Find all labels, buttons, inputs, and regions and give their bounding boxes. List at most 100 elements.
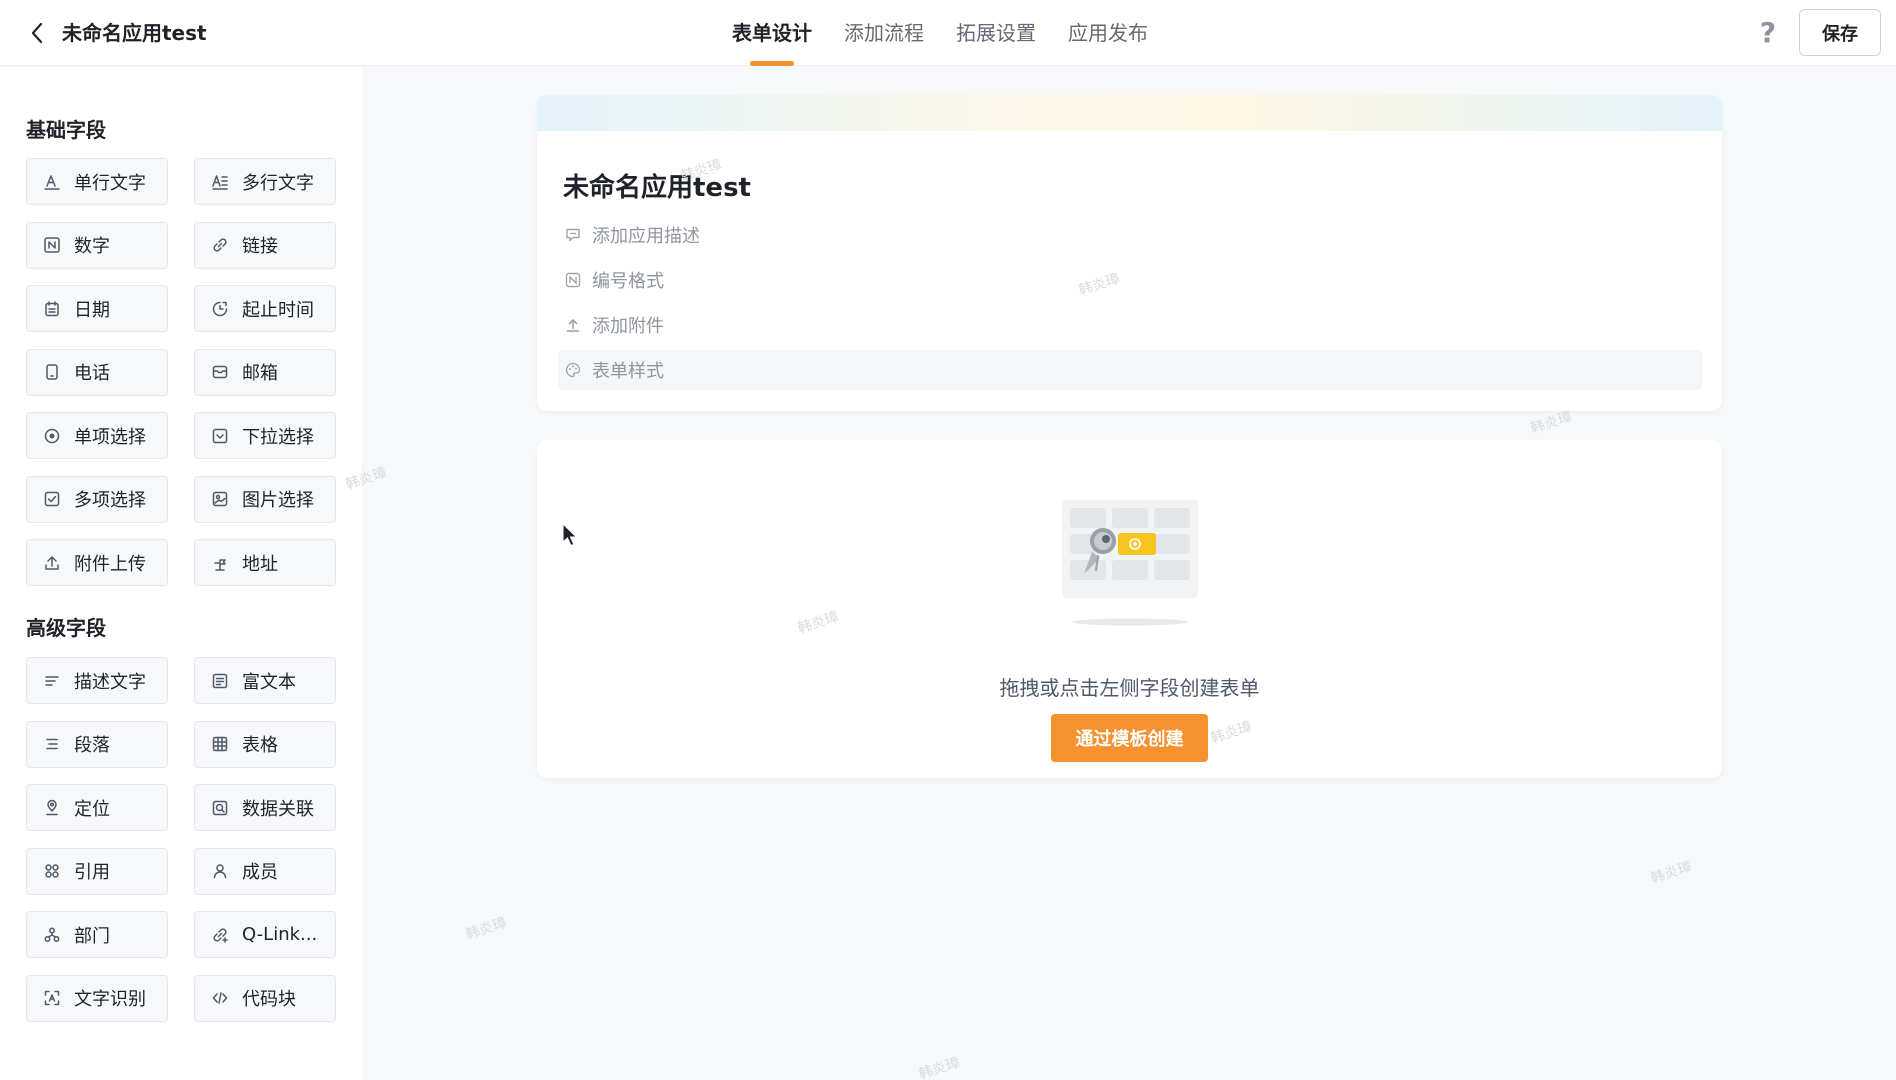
field-item[interactable]: 单项选择 <box>26 412 168 459</box>
field-item[interactable]: 电话 <box>26 348 168 396</box>
field-item-label: 图片选择 <box>242 490 314 511</box>
advanced-fields-title: 高级字段 <box>26 616 106 640</box>
watermark: 韩炎璋 <box>916 1054 962 1080</box>
data-link-icon <box>210 798 230 818</box>
field-item[interactable]: Q-Link... <box>194 911 336 958</box>
field-item-label: 链接 <box>242 236 278 257</box>
field-item[interactable]: 下拉选择 <box>194 412 336 459</box>
tab-form-design[interactable]: 表单设计 <box>732 0 812 66</box>
field-item-label: Q-Link... <box>242 924 318 945</box>
field-item[interactable]: 代码块 <box>194 974 336 1022</box>
multiline-text-icon <box>210 172 230 192</box>
field-item-label: 下拉选择 <box>242 426 314 448</box>
field-item[interactable]: 起止时间 <box>194 285 336 332</box>
mouse-cursor-icon <box>562 523 578 547</box>
comment-icon <box>564 226 582 244</box>
field-item-label: 单行文字 <box>74 172 146 194</box>
back-button[interactable] <box>22 18 52 48</box>
field-item[interactable]: 富文本 <box>194 657 336 704</box>
add-description-label: 添加应用描述 <box>592 226 700 247</box>
app-name: 未命名应用test <box>62 21 207 45</box>
field-item[interactable]: 定位 <box>26 784 168 831</box>
form-title[interactable]: 未命名应用test <box>563 167 751 204</box>
form-style-row[interactable]: 表单样式 <box>558 350 1702 390</box>
number-icon <box>42 235 62 255</box>
tab-add-flow[interactable]: 添加流程 <box>844 0 924 66</box>
field-item-label: 数据关联 <box>242 798 314 820</box>
field-item[interactable]: 数据关联 <box>194 784 336 831</box>
field-item[interactable]: 文字识别 <box>26 974 168 1022</box>
add-attachment-row[interactable]: 添加附件 <box>558 305 1702 345</box>
rich-text-icon <box>210 671 230 691</box>
number-format-row[interactable]: 编号格式 <box>558 260 1702 300</box>
description-icon <box>42 671 62 691</box>
top-header: 未命名应用test 表单设计 添加流程 拓展设置 应用发布 ? 保存 <box>0 0 1896 66</box>
calendar-icon <box>42 299 62 319</box>
field-item-label: 地址 <box>242 553 278 575</box>
field-item[interactable]: 引用 <box>26 847 168 895</box>
field-item[interactable]: 链接 <box>194 221 336 269</box>
field-item[interactable]: 描述文字 <box>26 657 168 704</box>
field-item[interactable]: 地址 <box>194 539 336 586</box>
form-canvas[interactable]: 拖拽或点击左侧字段创建表单 通过模板创建 <box>537 440 1722 778</box>
tab-app-publish[interactable]: 应用发布 <box>1068 0 1148 66</box>
help-icon[interactable]: ? <box>1752 16 1784 49</box>
field-item[interactable]: 部门 <box>26 911 168 958</box>
code-icon <box>210 988 230 1008</box>
field-item-label: 电话 <box>74 363 110 384</box>
field-item-label: 数字 <box>74 236 110 257</box>
time-range-icon <box>210 299 230 319</box>
dropdown-icon <box>210 426 230 446</box>
empty-hint: 拖拽或点击左侧字段创建表单 <box>999 676 1260 700</box>
field-item[interactable]: 数字 <box>26 221 168 269</box>
table-icon <box>210 734 230 754</box>
field-item-label: 附件上传 <box>74 553 146 575</box>
number-icon <box>564 271 582 289</box>
link-icon <box>210 235 230 255</box>
field-item[interactable]: 单行文字 <box>26 158 168 205</box>
form-header-card: 未命名应用test 添加应用描述 编号格式 添加附件 表单样式 <box>537 95 1722 411</box>
upload-icon <box>564 316 582 334</box>
field-item[interactable]: 图片选择 <box>194 475 336 523</box>
basic-fields-title: 基础字段 <box>26 118 106 142</box>
field-item[interactable]: 成员 <box>194 847 336 895</box>
location-icon <box>42 798 62 818</box>
palette-icon <box>564 361 582 379</box>
field-item[interactable]: 多行文字 <box>194 158 336 205</box>
number-format-label: 编号格式 <box>592 271 664 292</box>
field-item-label: 文字识别 <box>74 989 146 1010</box>
text-icon <box>42 172 62 192</box>
radio-icon <box>42 426 62 446</box>
reference-icon <box>42 861 62 881</box>
field-item-label: 段落 <box>74 735 110 756</box>
field-item-label: 起止时间 <box>242 299 314 321</box>
field-item-label: 邮箱 <box>242 363 278 384</box>
field-item-label: 成员 <box>242 862 278 883</box>
ocr-icon <box>42 988 62 1008</box>
tab-extend-settings[interactable]: 拓展设置 <box>956 0 1036 66</box>
address-icon <box>210 553 230 573</box>
field-item[interactable]: 附件上传 <box>26 539 168 586</box>
empty-form-illustration <box>1062 500 1198 626</box>
field-sidebar: 基础字段 单行文字 多行文字数字 链接日期 起止时间电话 邮箱单项选择 下拉选择多项选择 图… <box>0 67 362 1080</box>
field-item[interactable]: 段落 <box>26 720 168 768</box>
image-icon <box>210 489 230 509</box>
member-icon <box>210 861 230 881</box>
field-item-label: 日期 <box>74 299 110 321</box>
save-button[interactable]: 保存 <box>1799 9 1881 56</box>
field-item[interactable]: 日期 <box>26 285 168 332</box>
watermark: 韩炎璋 <box>1648 858 1694 888</box>
create-from-template-button[interactable]: 通过模板创建 <box>1051 714 1208 762</box>
field-item-label: 代码块 <box>242 989 296 1010</box>
field-item[interactable]: 邮箱 <box>194 348 336 396</box>
upload-icon <box>42 553 62 573</box>
field-item-label: 单项选择 <box>74 426 146 448</box>
add-description-row[interactable]: 添加应用描述 <box>558 215 1702 255</box>
field-item-label: 引用 <box>74 862 110 883</box>
field-item-label: 描述文字 <box>74 671 146 693</box>
field-item[interactable]: 多项选择 <box>26 475 168 523</box>
top-tabs: 表单设计 添加流程 拓展设置 应用发布 <box>732 0 1180 66</box>
add-attachment-label: 添加附件 <box>592 316 664 337</box>
field-item-label: 表格 <box>242 735 278 756</box>
field-item[interactable]: 表格 <box>194 720 336 768</box>
